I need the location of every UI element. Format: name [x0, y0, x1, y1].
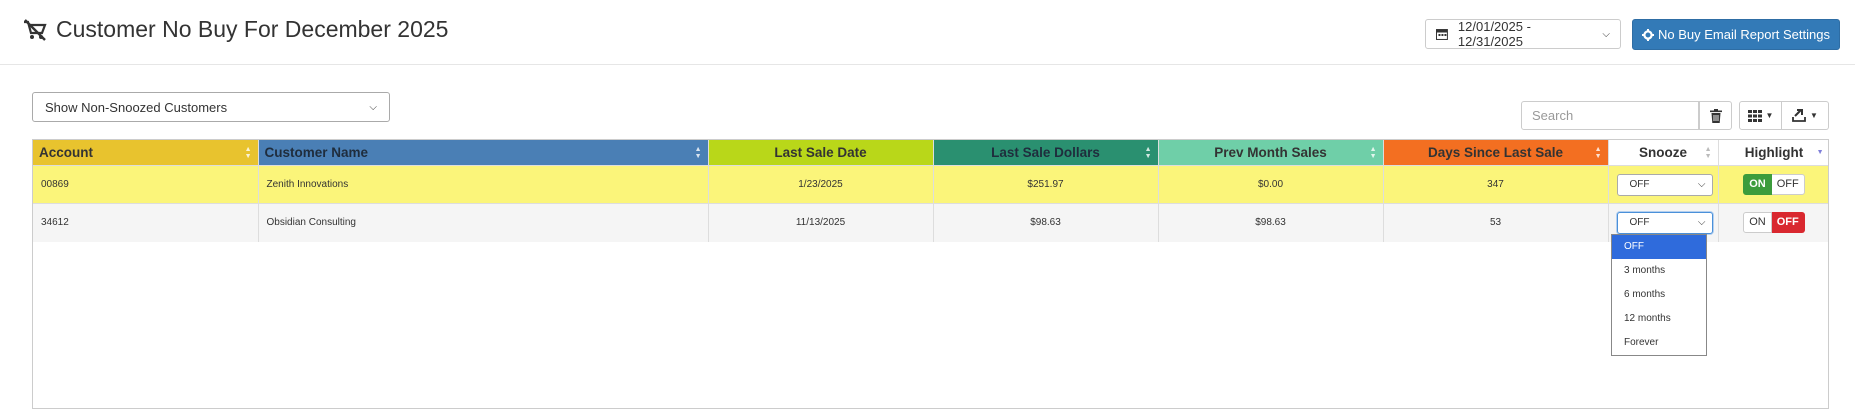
column-header-prev-month-sales[interactable]: Prev Month Sales ▲ ▼: [1158, 140, 1384, 166]
email-report-settings-button[interactable]: No Buy Email Report Settings: [1632, 19, 1840, 50]
export-button[interactable]: ▼: [1782, 101, 1829, 130]
snooze-select[interactable]: OFF ⌵: [1616, 173, 1713, 196]
date-range-label: 12/01/2025 - 12/31/2025: [1457, 19, 1531, 49]
column-header-label: Days Since Last Sale: [1427, 145, 1564, 160]
cell-prev-month-sales: $98.63: [1158, 203, 1384, 242]
cell-highlight: ON OFF: [1718, 165, 1828, 204]
cell-last-sale-date: 1/23/2025: [708, 165, 934, 204]
sort-icon: ▲ ▼: [1704, 146, 1712, 160]
column-header-last-sale-dollars[interactable]: Last Sale Dollars ▲ ▼: [933, 140, 1159, 166]
cell-days-since-last-sale: 53: [1383, 203, 1609, 242]
highlight-off-option[interactable]: OFF: [1771, 212, 1805, 234]
snooze-option-6-months[interactable]: 6 months: [1612, 283, 1706, 307]
sort-icon: ▼: [1816, 149, 1824, 156]
snooze-option-12-months[interactable]: 12 months: [1612, 307, 1706, 331]
column-header-label: Customer Name: [264, 145, 369, 160]
settings-button-label: No Buy Email Report Settings: [1658, 27, 1830, 42]
snooze-option-off[interactable]: OFF: [1612, 235, 1706, 259]
cell-days-since-last-sale: 347: [1383, 165, 1609, 204]
sort-icon: ▲ ▼: [1369, 146, 1377, 160]
snooze-option-forever[interactable]: Forever: [1612, 331, 1706, 355]
cell-highlight: ON OFF: [1718, 203, 1828, 242]
snooze-dropdown-menu: OFF 3 months 6 months 12 months Forever: [1611, 234, 1707, 356]
column-header-highlight[interactable]: Highlight ▼: [1718, 140, 1828, 166]
column-header-label: Snooze: [1638, 145, 1687, 160]
table-row[interactable]: 34612 Obsidian Consulting 11/13/2025 $98…: [33, 203, 1828, 242]
highlight-toggle[interactable]: ON OFF: [1727, 174, 1822, 195]
cell-last-sale-date: 11/13/2025: [708, 203, 934, 242]
sort-icon: ▲ ▼: [1594, 146, 1602, 160]
cell-customer-name: Zenith Innovations: [258, 165, 709, 204]
highlight-on-option[interactable]: ON: [1743, 212, 1772, 234]
column-header-label: Highlight: [1744, 145, 1804, 160]
columns-toggle-button[interactable]: ▼: [1739, 101, 1782, 130]
column-header-label: Account: [39, 145, 93, 160]
column-header-snooze[interactable]: Snooze ▲ ▼: [1608, 140, 1719, 166]
highlight-toggle[interactable]: ON OFF: [1727, 212, 1822, 234]
chevron-down-icon: ⌵: [1697, 217, 1706, 229]
chevron-down-icon: ⌵: [1602, 28, 1610, 40]
column-header-label: Prev Month Sales: [1214, 145, 1327, 160]
chevron-down-icon: ⌵: [369, 101, 377, 113]
sort-icon: ▲ ▼: [1144, 146, 1152, 160]
date-range-picker[interactable]: 12/01/2025 - 12/31/2025 ⌵: [1425, 19, 1621, 49]
cell-snooze: OFF ⌵: [1608, 165, 1719, 204]
customer-filter-value: Show Non-Snoozed Customers: [45, 99, 228, 115]
customer-filter-select[interactable]: Show Non-Snoozed Customers ⌵: [32, 92, 390, 122]
column-header-label: Last Sale Dollars: [991, 145, 1100, 160]
table-row[interactable]: 00869 Zenith Innovations 1/23/2025 $251.…: [33, 165, 1828, 204]
calendar-icon: [1436, 29, 1448, 40]
page-title: Customer No Buy For December 2025: [56, 16, 449, 42]
sort-icon: ▲ ▼: [694, 146, 702, 160]
column-header-last-sale-date[interactable]: Last Sale Date: [708, 140, 934, 166]
export-icon: [1792, 109, 1806, 122]
page-title-group: Customer No Buy For December 2025: [22, 16, 448, 43]
column-header-account[interactable]: Account ▲ ▼: [33, 140, 259, 166]
gear-icon: [1642, 28, 1655, 41]
caret-down-icon: ▼: [1810, 111, 1818, 120]
clear-search-button[interactable]: [1699, 101, 1732, 130]
chevron-down-icon: ⌵: [1697, 179, 1706, 190]
cell-customer-name: Obsidian Consulting: [258, 203, 709, 242]
grid-icon: [1747, 109, 1762, 122]
snooze-select[interactable]: OFF ⌵: [1616, 211, 1713, 234]
highlight-off-option[interactable]: OFF: [1771, 174, 1805, 195]
customer-table: Account ▲ ▼ Customer Name ▲ ▼ Last Sale Da…: [32, 139, 1829, 409]
column-header-days-since-last-sale[interactable]: Days Since Last Sale ▲ ▼: [1383, 140, 1609, 166]
highlight-on-option[interactable]: ON: [1743, 174, 1772, 195]
sort-icon: ▲ ▼: [244, 146, 252, 160]
cell-account: 00869: [33, 165, 259, 204]
cell-last-sale-dollars: $98.63: [933, 203, 1159, 242]
page-header: Customer No Buy For December 2025 12/01/…: [0, 0, 1855, 65]
cell-account: 34612: [33, 203, 259, 242]
snooze-value: OFF: [1629, 217, 1650, 229]
cell-prev-month-sales: $0.00: [1158, 165, 1384, 204]
cell-last-sale-dollars: $251.97: [933, 165, 1159, 204]
snooze-option-3-months[interactable]: 3 months: [1612, 259, 1706, 283]
column-header-customer-name[interactable]: Customer Name ▲ ▼: [258, 140, 709, 166]
snooze-value: OFF: [1629, 179, 1650, 190]
table-header-row: Account ▲ ▼ Customer Name ▲ ▼ Last Sale Da…: [33, 140, 1828, 166]
trash-icon: [1709, 108, 1722, 123]
search-input[interactable]: [1521, 101, 1699, 130]
caret-down-icon: ▼: [1765, 111, 1774, 120]
column-header-label: Last Sale Date: [774, 145, 867, 160]
no-cart-icon: [24, 18, 47, 41]
